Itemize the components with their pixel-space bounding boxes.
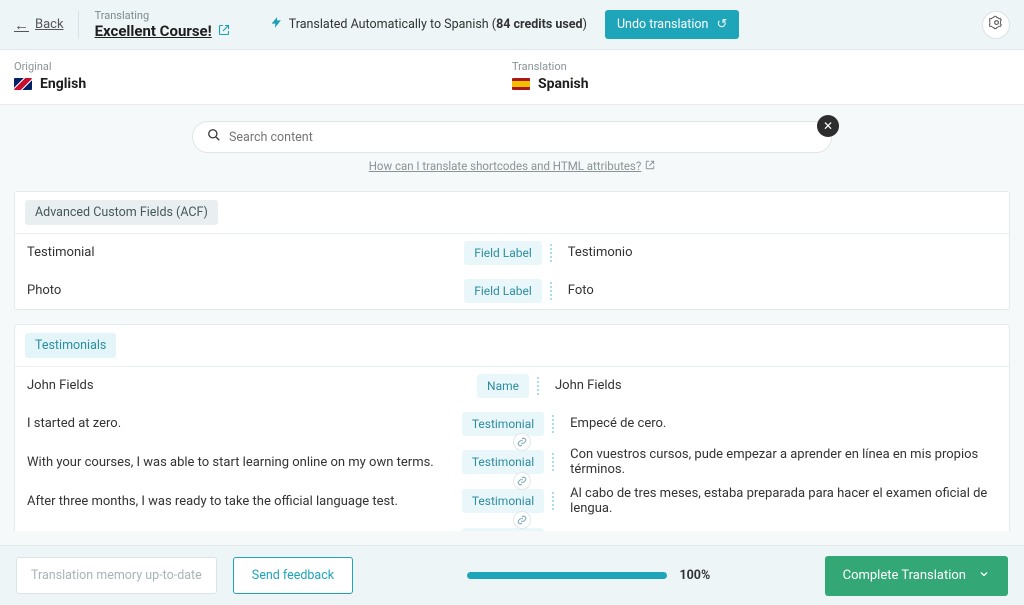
link-segment-icon[interactable]	[513, 511, 531, 529]
translation-row[interactable]: TestimonialField Label Testimonio	[15, 233, 1009, 271]
translation-memory-button[interactable]: Translation memory up-to-date	[16, 557, 217, 594]
send-feedback-button[interactable]: Send feedback	[233, 557, 353, 594]
divider	[78, 11, 79, 39]
arrow-left-icon: ←	[14, 16, 29, 34]
search-area: ✕ How can I translate shortcodes and HTM…	[0, 105, 1024, 181]
section-panel: Advanced Custom Fields (ACF)TestimonialF…	[14, 191, 1010, 310]
search-field[interactable]	[192, 121, 832, 153]
back-link[interactable]: ← Back	[14, 16, 64, 34]
translation-row[interactable]: After three months, I was ready to take …	[15, 481, 1009, 520]
translation-kicker: Translation	[512, 60, 1010, 73]
page-title-block: Translating Excellent Course!	[95, 9, 230, 40]
bolt-icon	[270, 15, 283, 34]
field-type-badge: Testimonial	[462, 489, 544, 513]
chevron-down-icon	[978, 568, 990, 584]
external-link-icon	[645, 159, 655, 173]
external-link-icon	[218, 24, 230, 39]
target-text[interactable]: Empecé de cero.	[562, 416, 997, 431]
settings-button[interactable]	[982, 11, 1010, 39]
translation-row[interactable]: With your courses, I was able to start l…	[15, 442, 1009, 481]
shortcodes-help-link[interactable]: How can I translate shortcodes and HTML …	[369, 159, 656, 173]
back-label: Back	[35, 17, 64, 32]
source-text: Photo	[27, 283, 464, 298]
send-feedback-label: Send feedback	[252, 568, 334, 583]
section-header: Testimonials	[15, 325, 1009, 366]
section-chip: Testimonials	[25, 333, 116, 358]
progress: 100%	[369, 568, 809, 583]
complete-translation-button[interactable]: Complete Translation	[825, 556, 1008, 596]
original-language-name: English	[40, 76, 86, 92]
auto-translate-status: Translated Automatically to Spanish (84 …	[270, 10, 740, 39]
translation-language-col: Translation Spanish	[512, 60, 1010, 92]
field-type-badge: Testimonial	[462, 412, 544, 436]
original-language-col: Original English	[14, 60, 512, 92]
field-type-badge: Testimonial	[462, 450, 544, 474]
translation-memory-label: Translation memory up-to-date	[31, 568, 202, 583]
field-type-badge: Testimonial	[462, 528, 544, 532]
language-header: Original English Translation Spanish	[0, 50, 1024, 105]
original-language: English	[14, 76, 512, 92]
close-icon: ✕	[823, 119, 833, 133]
source-text: With your courses, I was able to start l…	[27, 455, 462, 470]
page-title-text: Excellent Course!	[95, 22, 212, 40]
source-text: After three months, I was ready to take …	[27, 494, 462, 509]
translation-row[interactable]: I passed!Testimonial¡He aprobado!	[15, 520, 1009, 531]
progress-percent: 100%	[679, 568, 710, 583]
flag-es-icon	[512, 78, 530, 90]
translation-row[interactable]: John FieldsNameJohn Fields	[15, 366, 1009, 404]
section-chip: Advanced Custom Fields (ACF)	[25, 200, 218, 225]
gear-icon	[989, 15, 1004, 34]
progress-bar	[467, 572, 667, 579]
help-link-text: How can I translate shortcodes and HTML …	[369, 159, 642, 173]
search-close-button[interactable]: ✕	[817, 115, 839, 137]
link-segment-icon[interactable]	[513, 472, 531, 490]
original-kicker: Original	[14, 60, 512, 73]
page-kicker: Translating	[95, 9, 230, 22]
section-panel: TestimonialsJohn FieldsNameJohn FieldsI …	[14, 324, 1010, 531]
refresh-icon: ↺	[716, 17, 727, 32]
undo-translation-label: Undo translation	[617, 17, 709, 32]
page-title[interactable]: Excellent Course!	[95, 22, 230, 40]
source-text: I started at zero.	[27, 416, 462, 431]
auto-translate-text: Translated Automatically to Spanish (84 …	[289, 17, 587, 32]
search-input[interactable]	[229, 130, 817, 145]
search-icon	[207, 128, 221, 146]
target-text[interactable]: Con vuestros cursos, pude empezar a apre…	[562, 447, 997, 477]
translation-row[interactable]: PhotoField Label Foto	[15, 271, 1009, 309]
link-segment-icon[interactable]	[513, 433, 531, 451]
section-header: Advanced Custom Fields (ACF)	[15, 192, 1009, 233]
top-bar: ← Back Translating Excellent Course! Tra…	[0, 0, 1024, 50]
flag-uk-icon	[14, 78, 32, 90]
target-text[interactable]: John Fields	[547, 378, 997, 393]
content-scroll[interactable]: Advanced Custom Fields (ACF)TestimonialF…	[14, 191, 1010, 531]
translation-content: Advanced Custom Fields (ACF)TestimonialF…	[14, 191, 1010, 531]
field-type-badge: Field Label	[464, 241, 542, 265]
target-text[interactable]: Testimonio	[560, 245, 997, 260]
source-text: John Fields	[27, 378, 477, 393]
undo-translation-button[interactable]: Undo translation ↺	[605, 10, 739, 39]
footer-bar: Translation memory up-to-date Send feedb…	[0, 545, 1024, 605]
field-type-badge: Name	[477, 374, 529, 398]
translation-language-name: Spanish	[538, 76, 589, 92]
progress-fill	[467, 572, 667, 579]
field-type-badge: Field Label	[464, 279, 542, 303]
target-text[interactable]: Foto	[560, 283, 997, 298]
target-text[interactable]: Al cabo de tres meses, estaba preparada …	[562, 486, 997, 516]
complete-translation-label: Complete Translation	[843, 568, 966, 583]
translation-row[interactable]: I started at zero.Testimonial Empecé de c…	[15, 404, 1009, 442]
translation-language: Spanish	[512, 76, 1010, 92]
source-text: Testimonial	[27, 245, 464, 260]
